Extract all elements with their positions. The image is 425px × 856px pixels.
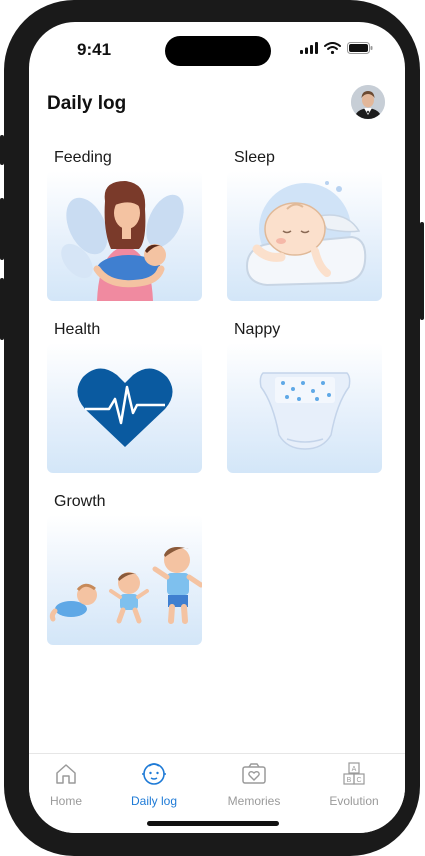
heartbeat-heart-icon — [77, 368, 173, 447]
volume-down-button — [0, 278, 4, 340]
card-label-sleep: Sleep — [234, 149, 275, 166]
wifi-icon — [324, 42, 341, 54]
card-label-growth: Growth — [54, 493, 106, 510]
power-button — [420, 222, 424, 320]
tab-memories[interactable]: Memories — [207, 762, 301, 808]
screen: 9:41 Daily log Feeding Sleep Health Napp… — [29, 22, 405, 833]
house-icon — [56, 764, 76, 784]
signal-icon — [300, 42, 318, 54]
health-illustration — [47, 343, 202, 473]
growing-children-icon — [49, 547, 202, 624]
diaper-icon — [259, 372, 351, 450]
home-indicator[interactable] — [147, 821, 279, 826]
nappy-illustration — [227, 343, 382, 473]
card-sleep[interactable]: Sleep — [227, 149, 382, 304]
card-label-nappy: Nappy — [234, 321, 281, 338]
phone-frame: 9:41 Daily log Feeding Sleep Health Napp… — [0, 0, 424, 856]
status-icons — [300, 42, 373, 54]
volume-up-button — [0, 198, 4, 260]
svg-text:B: B — [347, 777, 352, 784]
card-label-feeding: Feeding — [54, 149, 112, 166]
tab-daily-log-label: Daily log — [130, 794, 178, 808]
sleeping-baby-icon — [245, 181, 367, 287]
tab-evolution-label: Evolution — [329, 794, 379, 808]
card-label-health: Health — [54, 321, 101, 338]
card-feeding[interactable]: Feeding — [47, 149, 202, 304]
dynamic-island — [165, 36, 271, 66]
profile-avatar[interactable] — [351, 85, 385, 119]
baby-face-icon — [142, 763, 166, 785]
page-title: Daily log — [47, 93, 127, 114]
mother-breastfeeding-icon — [61, 181, 184, 301]
tab-evolution[interactable]: A B C Evolution — [307, 762, 401, 808]
person-avatar-icon — [351, 85, 385, 119]
card-growth[interactable]: Growth — [47, 493, 202, 648]
feeding-illustration — [47, 171, 202, 301]
battery-icon — [347, 42, 373, 54]
abc-blocks-icon: A B C — [343, 762, 365, 785]
mute-switch — [0, 135, 4, 165]
card-health[interactable]: Health — [47, 321, 202, 476]
tab-daily-log[interactable]: Daily log — [107, 762, 201, 808]
growth-illustration — [47, 515, 202, 645]
sleep-illustration — [227, 171, 382, 301]
svg-text:C: C — [356, 777, 361, 784]
svg-text:A: A — [352, 766, 357, 773]
photo-heart-icon — [242, 763, 266, 784]
tab-home[interactable]: Home — [29, 762, 113, 808]
tab-memories-label: Memories — [227, 794, 281, 808]
status-time: 9:41 — [77, 40, 112, 59]
tab-home-label: Home — [49, 794, 82, 808]
card-nappy[interactable]: Nappy — [227, 321, 382, 476]
